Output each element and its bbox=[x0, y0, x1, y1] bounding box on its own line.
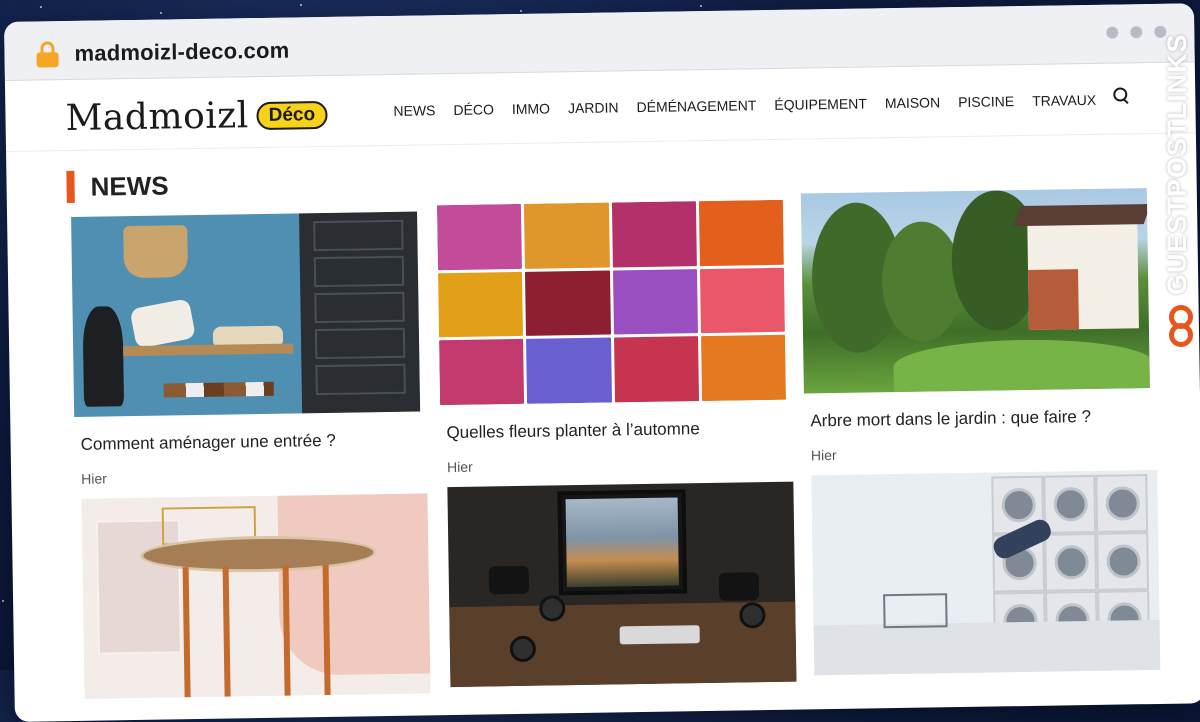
guestpostlinks-watermark: GUESTPOSTLINKS bbox=[1160, 33, 1200, 355]
search-icon[interactable] bbox=[1113, 87, 1131, 105]
article-card[interactable] bbox=[81, 493, 431, 699]
article-card[interactable]: Comment aménager une entrée ? Hier bbox=[71, 211, 421, 487]
article-image-photo-desk[interactable] bbox=[447, 481, 797, 688]
logo-text: Madmoizl bbox=[65, 95, 250, 140]
window-controls bbox=[1106, 25, 1167, 39]
nav-item-deco[interactable]: DÉCO bbox=[453, 101, 494, 118]
article-card[interactable] bbox=[811, 469, 1161, 676]
article-image-flowers[interactable] bbox=[436, 199, 787, 406]
section-accent-bar bbox=[66, 170, 75, 204]
logo-badge: Déco bbox=[256, 100, 328, 130]
article-card[interactable]: Arbre mort dans le jardin : que faire ? … bbox=[800, 188, 1151, 464]
window-dot-icon[interactable] bbox=[1106, 26, 1119, 39]
article-image-garden[interactable] bbox=[800, 188, 1150, 394]
article-date: Hier bbox=[810, 446, 837, 464]
nav-item-piscine[interactable]: PISCINE bbox=[958, 93, 1014, 110]
article-title[interactable]: Comment aménager une entrée ? bbox=[80, 430, 420, 455]
article-date: Hier bbox=[81, 470, 107, 487]
article-title[interactable]: Arbre mort dans le jardin : que faire ? bbox=[810, 406, 1150, 431]
nav-item-jardin[interactable]: JARDIN bbox=[568, 99, 619, 116]
section-heading: NEWS bbox=[66, 169, 169, 204]
section-title: NEWS bbox=[90, 169, 169, 202]
article-card[interactable]: Quelles fleurs planter à l’automne Hier bbox=[436, 199, 787, 476]
chain-link-icon bbox=[1169, 305, 1193, 351]
nav-item-travaux[interactable]: TRAVAUX bbox=[1032, 92, 1096, 109]
nav-item-maison[interactable]: MAISON bbox=[885, 94, 940, 111]
article-image-side-table[interactable] bbox=[81, 493, 431, 699]
lock-icon bbox=[36, 41, 59, 68]
nav-item-equipement[interactable]: ÉQUIPEMENT bbox=[774, 95, 867, 112]
article-card[interactable] bbox=[447, 481, 797, 688]
window-dot-icon[interactable] bbox=[1130, 26, 1143, 39]
article-image-entryway[interactable] bbox=[71, 211, 421, 417]
url-text[interactable]: madmoizl-deco.com bbox=[74, 38, 289, 67]
nav-item-news[interactable]: NEWS bbox=[393, 102, 435, 119]
nav-item-demenagement[interactable]: DÉMÉNAGEMENT bbox=[636, 97, 756, 115]
main-nav: NEWS DÉCO IMMO JARDIN DÉMÉNAGEMENT ÉQUIP… bbox=[393, 92, 1096, 119]
browser-window: madmoizl-deco.com Madmoizl Déco NEWS DÉC… bbox=[4, 3, 1200, 722]
nav-item-immo[interactable]: IMMO bbox=[512, 100, 550, 117]
article-date: Hier bbox=[446, 458, 473, 476]
watermark-text: GUESTPOSTLINKS bbox=[1162, 33, 1192, 295]
site-logo[interactable]: Madmoizl Déco bbox=[65, 94, 328, 140]
article-image-laundromat[interactable] bbox=[811, 469, 1161, 676]
article-title[interactable]: Quelles fleurs planter à l’automne bbox=[446, 418, 786, 443]
